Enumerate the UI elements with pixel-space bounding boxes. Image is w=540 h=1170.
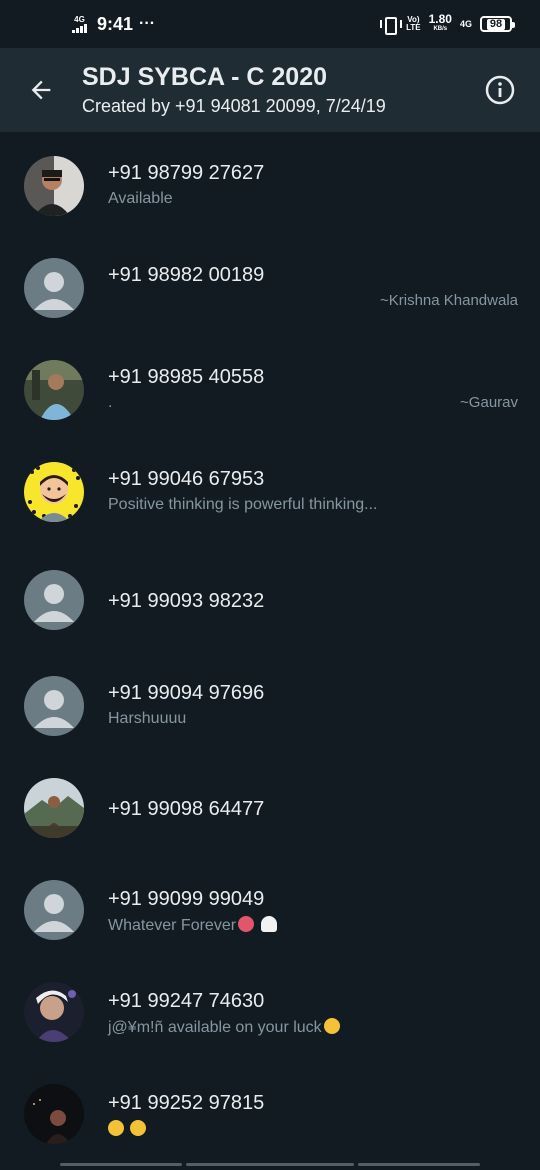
participant-list: +91 98799 27627 Available +91 98982 0018… [0, 132, 540, 1152]
signal-icon: 4G [72, 14, 87, 33]
speed-unit: KB/s [433, 26, 448, 32]
avatar[interactable] [24, 778, 84, 838]
smile-emoji-icon [108, 1120, 124, 1136]
participant-about-text: j@¥m!ñ available on your luck [108, 1019, 322, 1036]
avatar[interactable] [24, 462, 84, 522]
participant-row[interactable]: +91 98799 27627 Available [0, 132, 540, 234]
participant-phone: +91 98982 00189 [108, 264, 265, 286]
participant-phone: +91 99098 64477 [108, 798, 265, 820]
avatar[interactable] [24, 982, 84, 1042]
avatar[interactable] [24, 1084, 84, 1144]
participant-row[interactable]: +91 99093 98232 [0, 540, 540, 642]
battery-icon: 98 [480, 16, 515, 32]
arrow-left-icon [31, 80, 51, 100]
upside-down-emoji-icon [130, 1120, 147, 1136]
participant-row[interactable]: +91 99046 67953 Positive thinking is pow… [0, 438, 540, 540]
status-time: 9:41 [97, 13, 134, 34]
participant-row[interactable]: +91 99098 64477 [0, 744, 540, 846]
group-subtitle: Created by +91 94081 20099, 7/24/19 [82, 96, 386, 116]
participant-about [108, 1120, 147, 1139]
smirk-emoji-icon [323, 1018, 340, 1034]
avatar[interactable] [24, 360, 84, 420]
participant-phone: +91 99252 97815 [108, 1092, 265, 1114]
nav-gesture-segment[interactable] [358, 1163, 480, 1166]
avatar[interactable] [24, 156, 84, 216]
network-speed: 1.80 KB/s [428, 12, 452, 34]
participant-about: Harshuuuu [108, 710, 187, 727]
devil-emoji-icon [238, 916, 255, 932]
participant-phone: +91 99099 99049 [108, 888, 265, 910]
participant-phone: +91 99247 74630 [108, 990, 265, 1012]
info-button[interactable] [460, 48, 540, 132]
more-notifications-icon: ··· [139, 15, 156, 32]
participant-about: . [108, 394, 113, 411]
speed-value: 1.80 [428, 12, 452, 26]
participant-row[interactable]: +91 99252 97815 [0, 1050, 540, 1152]
participant-about: j@¥m!ñ available on your luck [108, 1018, 340, 1037]
default-avatar-icon[interactable] [24, 258, 84, 318]
nav-gesture-segment[interactable] [60, 1163, 182, 1166]
participant-nickname: ~Krishna Khandwala [379, 292, 518, 309]
participant-row[interactable]: +91 98982 00189 ~Krishna Khandwala [0, 234, 540, 336]
participant-nickname: ~Gaurav [460, 394, 518, 411]
info-icon [485, 75, 515, 105]
group-title-area[interactable]: SDJ SYBCA - C 2020 Created by +91 94081 … [82, 62, 460, 118]
default-avatar-icon[interactable] [24, 880, 84, 940]
participant-row[interactable]: +91 98985 40558 . ~Gaurav [0, 336, 540, 438]
participant-row[interactable]: +91 99094 97696 Harshuuuu [0, 642, 540, 744]
group-title: SDJ SYBCA - C 2020 [82, 63, 327, 91]
participant-row[interactable]: +91 99247 74630 j@¥m!ñ available on your… [0, 948, 540, 1050]
nav-gesture-segment[interactable] [186, 1163, 354, 1166]
participant-phone: +91 99046 67953 [108, 468, 265, 490]
participant-about-text: Whatever Forever [108, 917, 237, 934]
status-bar: 4G 9:41 ··· Vo) LTE 1.80 KB/s 4G 98 [0, 0, 540, 48]
volte-label: Vo) LTE [406, 15, 421, 32]
participant-phone: +91 98799 27627 [108, 162, 265, 184]
back-button[interactable] [0, 48, 82, 132]
participant-phone: +91 98985 40558 [108, 366, 265, 388]
participant-about: Available [108, 190, 173, 207]
participant-about: Positive thinking is powerful thinking..… [108, 496, 378, 513]
default-avatar-icon[interactable] [24, 676, 84, 736]
participant-phone: +91 99094 97696 [108, 682, 265, 704]
default-avatar-icon[interactable] [24, 570, 84, 630]
participant-about: Whatever Forever [108, 916, 277, 935]
participant-phone: +91 99093 98232 [108, 590, 265, 612]
network-right-label: 4G [459, 19, 472, 29]
ghost-emoji-icon [260, 916, 277, 932]
navigation-bar [0, 1156, 540, 1170]
app-bar: SDJ SYBCA - C 2020 Created by +91 94081 … [0, 48, 540, 132]
vibrate-icon [380, 17, 403, 35]
battery-level: 98 [486, 18, 506, 30]
network-type-label: 4G [74, 14, 85, 24]
participant-row[interactable]: +91 99099 99049 Whatever Forever [0, 846, 540, 948]
